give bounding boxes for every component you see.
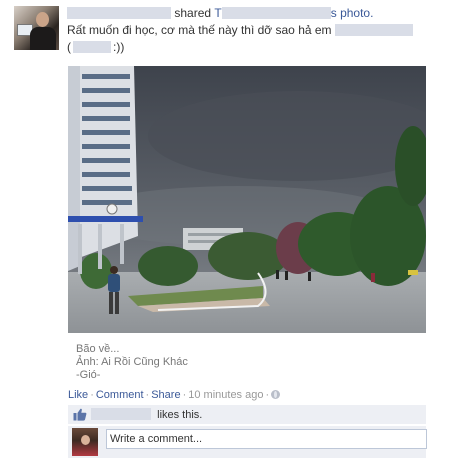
- story-header: shared Ts photo.: [67, 5, 373, 21]
- avatar-detail: [81, 435, 90, 445]
- like-link[interactable]: Like: [68, 389, 88, 401]
- redacted-actor-name[interactable]: [67, 7, 171, 19]
- shared-photo[interactable]: [68, 66, 426, 333]
- story-message-cont: (:)): [67, 39, 124, 56]
- avatar-detail: [30, 27, 56, 50]
- share-link[interactable]: Share: [151, 389, 180, 401]
- actor-avatar[interactable]: [14, 6, 59, 50]
- comment-link[interactable]: Comment: [96, 389, 144, 401]
- separator: ·: [90, 389, 94, 401]
- photo-caption-line: Ảnh: Ai Rồi Cũng Khác: [76, 356, 188, 368]
- viewer-avatar: [72, 428, 98, 456]
- photo-caption-line: -Gió-: [76, 369, 101, 381]
- photo-image: [68, 66, 426, 333]
- avatar-detail: [36, 12, 49, 27]
- comment-input[interactable]: [106, 429, 427, 449]
- redacted-liker-name[interactable]: [91, 408, 151, 420]
- globe-icon[interactable]: [271, 390, 281, 399]
- separator: ·: [265, 389, 270, 401]
- redacted-mention[interactable]: [73, 41, 111, 53]
- redacted-mention[interactable]: [334, 24, 413, 36]
- photo-owner-link[interactable]: Ts photo.: [214, 6, 373, 20]
- message-text: :)): [113, 40, 125, 54]
- shared-text: shared: [174, 6, 212, 20]
- comment-composer: [68, 426, 427, 458]
- thumbs-up-icon: [73, 408, 87, 421]
- likes-sentence: likes this.: [68, 405, 426, 424]
- redacted-owner-name: [221, 7, 331, 19]
- likes-text: likes this.: [91, 408, 202, 422]
- message-text: Rất muốn đi học, cơ mà thế này thì dỡ sa…: [67, 23, 332, 37]
- photo-caption-line: Bão về...: [76, 343, 120, 355]
- story-message: Rất muốn đi học, cơ mà thế này thì dỡ sa…: [67, 22, 413, 39]
- story-actions: Like · Comment · Share · 10 minutes ago ·: [68, 388, 281, 402]
- timestamp-link[interactable]: 10 minutes ago: [188, 389, 263, 401]
- message-text: (: [67, 40, 71, 54]
